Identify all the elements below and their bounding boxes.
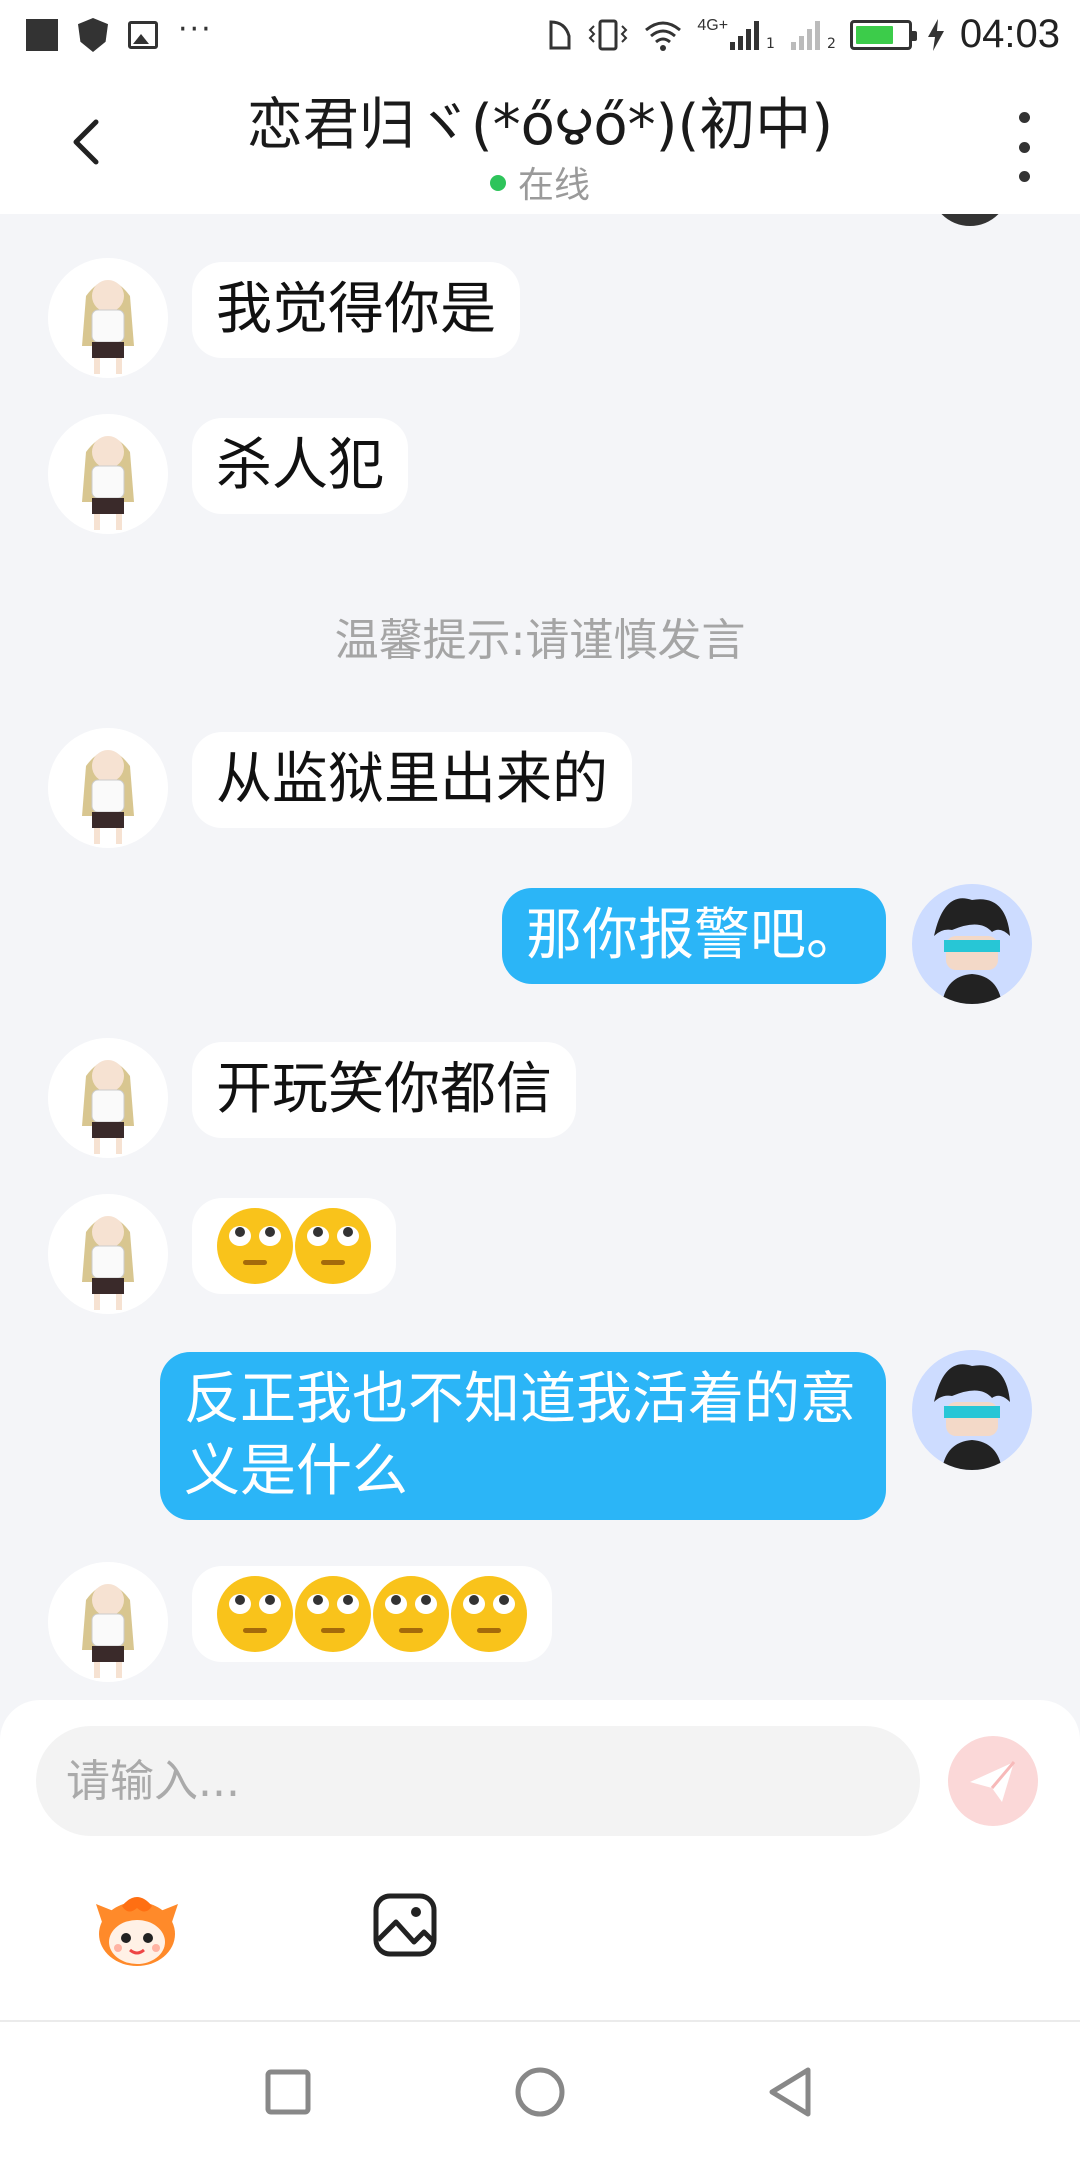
contact-avatar[interactable]	[48, 258, 168, 378]
online-status-label: 在线	[517, 165, 590, 206]
emoji-button[interactable]	[92, 1886, 182, 1976]
girl-avatar-icon	[48, 258, 168, 378]
girl-avatar-icon	[48, 414, 168, 534]
contact-avatar[interactable]	[48, 728, 168, 848]
battery-level	[855, 25, 894, 44]
face-with-rolling-eyes-icon	[217, 1575, 293, 1652]
message-bubble-incoming[interactable]: 开玩笑你都信	[192, 1042, 576, 1138]
more-notifications-icon: ···	[178, 11, 213, 47]
wifi-icon	[645, 21, 682, 51]
charging-icon	[927, 18, 944, 51]
sim1-label: 1	[766, 35, 775, 52]
message-bubble-incoming[interactable]: 我觉得你是	[192, 262, 520, 358]
message-bubble-outgoing[interactable]: 那你报警吧。	[502, 888, 886, 984]
status-bar: ··· 4G+ 1 2 04:03	[0, 0, 1080, 72]
message-bubble-outgoing[interactable]: 反正我也不知道我活着的意义是什么	[160, 1352, 886, 1520]
status-bar-system: 4G+ 1 2 04:03	[547, 12, 1060, 57]
face-with-rolling-eyes-icon	[295, 1575, 371, 1652]
message-bubble-emoji[interactable]	[192, 1566, 552, 1662]
status-bar-notifications: ···	[26, 12, 213, 52]
face-with-rolling-eyes-icon	[373, 1575, 449, 1652]
signal-sim2-icon	[790, 20, 820, 50]
vibrate-icon	[588, 19, 628, 50]
boy-avatar-icon	[912, 1350, 1032, 1470]
send-button[interactable]	[948, 1736, 1038, 1826]
signal-sim1-icon	[730, 20, 760, 50]
girl-avatar-icon	[48, 1038, 168, 1158]
boy-avatar-icon	[912, 884, 1032, 1004]
chat-header: 恋君归ヾ(*ő౪ő*)(初中) 在线	[0, 72, 1080, 214]
girl-avatar-icon	[48, 1562, 168, 1682]
composer	[0, 1700, 1080, 2020]
triangle-icon	[769, 2067, 811, 2117]
contact-avatar[interactable]	[48, 1038, 168, 1158]
more-dot	[1018, 141, 1030, 153]
nfc-icon	[549, 19, 571, 49]
paper-plane-icon	[970, 1761, 1016, 1802]
more-vertical-icon	[1018, 112, 1030, 123]
image-icon	[373, 1893, 437, 1957]
girl-avatar-icon	[48, 728, 168, 848]
battery-icon	[849, 19, 917, 50]
shield-icon	[78, 18, 108, 52]
message-input[interactable]	[36, 1726, 920, 1836]
avatar-partial	[930, 214, 1010, 226]
sim2-label: 2	[826, 35, 836, 52]
emoji-mascot-icon	[96, 1897, 178, 1966]
contact-avatar[interactable]	[48, 414, 168, 534]
home-button[interactable]	[510, 2062, 570, 2122]
square-icon	[265, 2069, 311, 2115]
notification-square-icon	[26, 19, 58, 51]
my-avatar[interactable]	[912, 884, 1032, 1004]
more-dot	[1018, 171, 1030, 182]
message-bubble-incoming[interactable]: 杀人犯	[192, 418, 408, 514]
network-type-label: 4G+	[697, 16, 729, 34]
gallery-icon	[128, 21, 158, 49]
message-bubble-emoji[interactable]	[192, 1198, 396, 1294]
online-dot-icon	[489, 175, 506, 191]
circle-icon	[515, 2067, 565, 2117]
online-status: 在线	[0, 156, 1080, 208]
more-options-button[interactable]	[1012, 112, 1036, 182]
face-with-rolling-eyes-icon	[451, 1575, 527, 1652]
message-bubble-incoming[interactable]: 从监狱里出来的	[192, 732, 632, 828]
recent-apps-button[interactable]	[258, 2062, 318, 2122]
contact-avatar[interactable]	[48, 1194, 168, 1314]
face-with-rolling-eyes-icon	[295, 1207, 371, 1284]
face-with-rolling-eyes-icon	[217, 1207, 293, 1284]
system-notice: 温馨提示:请谨慎发言	[334, 615, 746, 666]
girl-avatar-icon	[48, 1194, 168, 1314]
image-button[interactable]	[370, 1890, 440, 1960]
system-navigation-bar	[0, 2020, 1080, 2160]
my-avatar[interactable]	[912, 1350, 1032, 1470]
contact-avatar[interactable]	[48, 1562, 168, 1682]
back-nav-button[interactable]	[760, 2062, 820, 2122]
clock: 04:03	[959, 12, 1060, 56]
